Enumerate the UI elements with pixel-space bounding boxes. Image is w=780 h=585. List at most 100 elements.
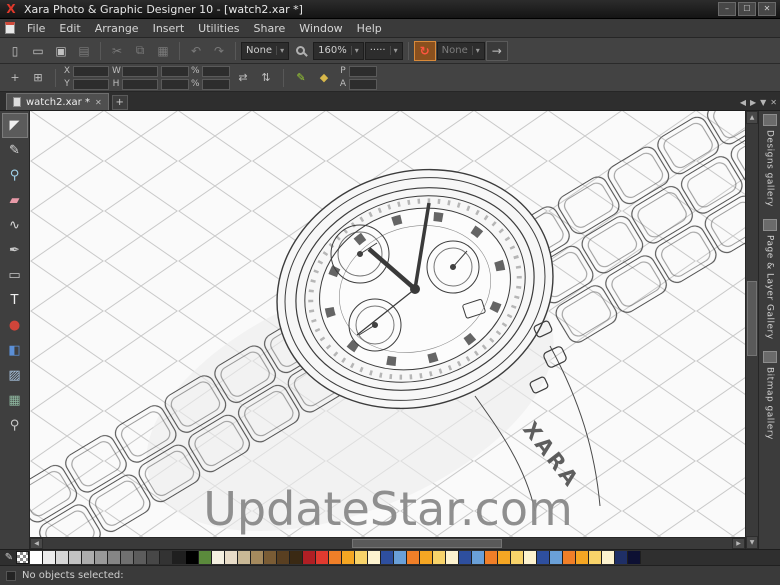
shape-editor-tool[interactable]: ∿	[2, 213, 28, 238]
color-swatch[interactable]	[459, 551, 472, 564]
scroll-left-icon[interactable]: ◀	[30, 538, 43, 549]
color-swatch[interactable]	[121, 551, 134, 564]
gallery-tab-page-layer[interactable]: Page & Layer Gallery	[763, 219, 777, 340]
color-swatch[interactable]	[108, 551, 121, 564]
color-swatch[interactable]	[407, 551, 420, 564]
tab-watch2[interactable]: watch2.xar * ✕	[6, 93, 109, 110]
color-swatch[interactable]	[381, 551, 394, 564]
color-swatch[interactable]	[355, 551, 368, 564]
color-swatch[interactable]	[251, 551, 264, 564]
gallery-tab-designs[interactable]: Designs gallery	[763, 114, 777, 207]
text-tool[interactable]: T	[2, 288, 28, 313]
menu-item-help[interactable]: Help	[350, 22, 389, 35]
color-swatch[interactable]	[511, 551, 524, 564]
color-swatch[interactable]	[212, 551, 225, 564]
p-field[interactable]	[349, 66, 377, 77]
horizontal-scrollbar[interactable]: ◀ ▶	[30, 537, 745, 549]
color-swatch[interactable]	[563, 551, 576, 564]
color-swatch[interactable]	[134, 551, 147, 564]
color-swatch[interactable]	[69, 551, 82, 564]
scroll-up-icon[interactable]: ▲	[746, 111, 758, 124]
color-swatch[interactable]	[615, 551, 628, 564]
live-copy-button[interactable]: ↻	[414, 41, 436, 61]
color-swatch[interactable]	[43, 551, 56, 564]
fill-style-dropdown[interactable]: None ▾	[241, 42, 289, 60]
feather-pen-icon[interactable]: ✎	[291, 68, 311, 88]
edit-color-icon[interactable]: ✎	[2, 551, 16, 564]
color-swatch[interactable]	[30, 551, 43, 564]
color-swatch[interactable]	[368, 551, 381, 564]
color-swatch[interactable]	[277, 551, 290, 564]
line-style-dropdown[interactable]: ····· ▾	[365, 42, 403, 60]
color-swatch[interactable]	[576, 551, 589, 564]
minimize-button[interactable]: –	[718, 2, 736, 16]
apply-button[interactable]: →	[486, 41, 508, 61]
flip-horizontal-button[interactable]: ⇄	[233, 68, 253, 88]
a-field[interactable]	[349, 79, 377, 90]
color-swatch[interactable]	[342, 551, 355, 564]
panel-close-icon[interactable]: ✕	[770, 98, 777, 107]
document-menu-icon[interactable]	[5, 22, 15, 34]
transparency-tool[interactable]: ▨	[2, 363, 28, 388]
color-swatch[interactable]	[303, 551, 316, 564]
color-swatch[interactable]	[602, 551, 615, 564]
menu-item-share[interactable]: Share	[247, 22, 293, 35]
save-button[interactable]: ▣	[50, 41, 72, 61]
color-swatch[interactable]	[82, 551, 95, 564]
color-swatch[interactable]	[264, 551, 277, 564]
feather-dropdown[interactable]: None ▾	[437, 42, 485, 60]
color-swatch[interactable]	[238, 551, 251, 564]
scale-width-field[interactable]	[161, 66, 189, 77]
color-swatch[interactable]	[160, 551, 173, 564]
color-swatch[interactable]	[524, 551, 537, 564]
tab-scroll-right-icon[interactable]: ▶	[750, 98, 756, 107]
color-swatch[interactable]	[173, 551, 186, 564]
color-swatch[interactable]	[290, 551, 303, 564]
position-marker-icon[interactable]: +	[5, 68, 25, 88]
color-swatch[interactable]	[472, 551, 485, 564]
color-swatch[interactable]	[550, 551, 563, 564]
menu-item-edit[interactable]: Edit	[52, 22, 87, 35]
color-swatch[interactable]	[433, 551, 446, 564]
color-swatch[interactable]	[316, 551, 329, 564]
selector-tool[interactable]: ◤	[2, 113, 28, 138]
scroll-right-icon[interactable]: ▶	[732, 538, 745, 549]
scale-height-field[interactable]	[161, 79, 189, 90]
tab-scroll-left-icon[interactable]: ◀	[740, 98, 746, 107]
menu-item-arrange[interactable]: Arrange	[88, 22, 146, 35]
scroll-down-icon[interactable]: ▼	[746, 536, 758, 549]
new-document-button[interactable]: ▯	[4, 41, 26, 61]
canvas-drawing[interactable]: XARA UpdateStar.com	[30, 111, 745, 537]
fill-tool[interactable]: ◧	[2, 338, 28, 363]
zoom-level-dropdown[interactable]: 160% ▾	[313, 42, 364, 60]
paste-button[interactable]: ▦	[152, 41, 174, 61]
color-swatch[interactable]	[394, 551, 407, 564]
menu-item-window[interactable]: Window	[292, 22, 349, 35]
color-swatch[interactable]	[420, 551, 433, 564]
vertical-scroll-thumb[interactable]	[747, 281, 757, 356]
width-field[interactable]	[122, 66, 158, 77]
new-tab-button[interactable]: +	[112, 95, 128, 110]
maximize-button[interactable]: ☐	[738, 2, 756, 16]
photo-tool[interactable]: ▦	[2, 388, 28, 413]
zoom-icon-button[interactable]	[290, 41, 312, 61]
color-swatch[interactable]	[537, 551, 550, 564]
color-swatch[interactable]	[589, 551, 602, 564]
tab-close-icon[interactable]: ✕	[95, 98, 102, 107]
flip-vertical-button[interactable]: ⇅	[256, 68, 276, 88]
copy-button[interactable]: ⧉	[129, 41, 151, 61]
rotate-angle-field[interactable]	[202, 66, 230, 77]
erase-tool[interactable]: ▰	[2, 188, 28, 213]
color-swatch[interactable]	[56, 551, 69, 564]
zoom-tool[interactable]: ⚲	[2, 163, 28, 188]
print-button[interactable]: ▤	[73, 41, 95, 61]
color-swatch[interactable]	[225, 551, 238, 564]
close-button[interactable]: ✕	[758, 2, 776, 16]
menu-item-file[interactable]: File	[20, 22, 52, 35]
skew-angle-field[interactable]	[202, 79, 230, 90]
x-position-field[interactable]	[73, 66, 109, 77]
color-swatch[interactable]	[446, 551, 459, 564]
gallery-tab-bitmap[interactable]: Bitmap gallery	[763, 351, 777, 440]
height-field[interactable]	[122, 79, 158, 90]
vertical-scrollbar[interactable]: ▲ ▼	[745, 111, 758, 549]
